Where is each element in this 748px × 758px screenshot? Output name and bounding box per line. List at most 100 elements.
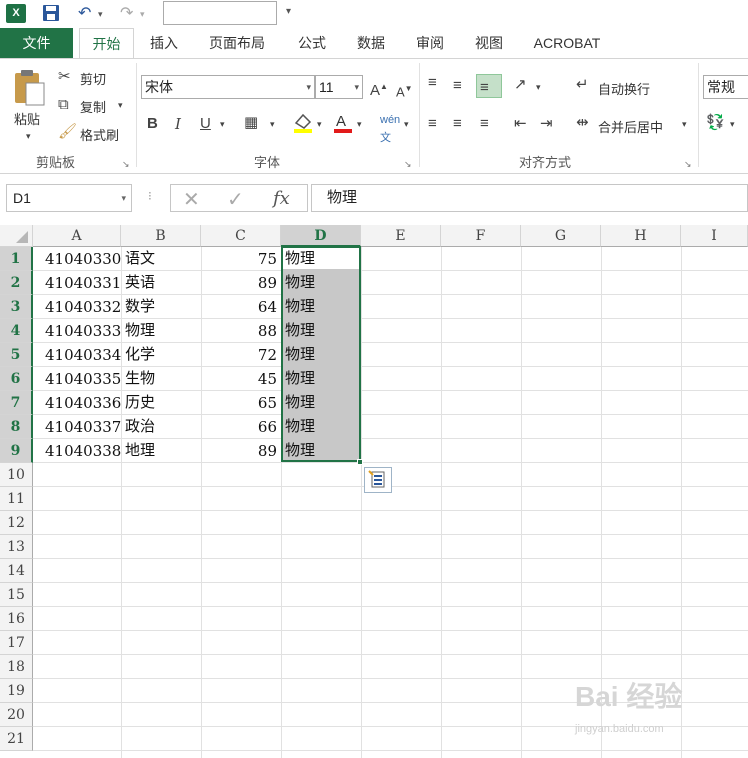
cell-b3[interactable]: 数学 (121, 295, 201, 319)
select-all-corner[interactable] (0, 225, 33, 247)
align-center-icon[interactable]: ≡ (453, 115, 462, 133)
cell-a7[interactable]: 41040336 (33, 391, 121, 415)
bold-button[interactable]: B (147, 115, 158, 133)
align-top-icon[interactable]: ≡ (428, 74, 437, 92)
wrap-text-icon[interactable]: ↵ (576, 76, 589, 94)
cell-b8[interactable]: 政治 (121, 415, 201, 439)
borders-icon[interactable]: ▦ (244, 114, 258, 132)
save-icon[interactable] (42, 4, 60, 24)
undo-dropdown-icon[interactable]: ▾ (98, 4, 103, 24)
redo-icon[interactable]: ↷ (120, 4, 133, 24)
row-header-10[interactable]: 10 (0, 463, 33, 487)
tab-page-layout[interactable]: 页面布局 (200, 28, 274, 58)
insert-function-icon[interactable]: fx (273, 188, 290, 209)
cell-c7[interactable]: 65 (201, 391, 281, 415)
align-left-icon[interactable]: ≡ (428, 115, 437, 133)
row-header-2[interactable]: 2 (0, 271, 33, 295)
merge-dropdown-icon[interactable]: ▾ (682, 115, 687, 133)
cell-a5[interactable]: 41040334 (33, 343, 121, 367)
column-header-f[interactable]: F (441, 225, 521, 247)
cell-d2[interactable]: 物理 (281, 271, 361, 295)
cell-c2[interactable]: 89 (201, 271, 281, 295)
fill-color-icon[interactable] (292, 111, 314, 138)
row-header-17[interactable]: 17 (0, 631, 33, 655)
orientation-dropdown-icon[interactable]: ▾ (536, 78, 541, 96)
row-header-6[interactable]: 6 (0, 367, 33, 391)
column-header-a[interactable]: A (33, 225, 121, 247)
row-header-7[interactable]: 7 (0, 391, 33, 415)
wrap-text-button[interactable]: 自动换行 (598, 79, 650, 98)
customize-qat-icon[interactable]: ▾ (286, 6, 291, 17)
undo-icon[interactable]: ↶ (78, 4, 91, 24)
font-launcher-icon[interactable]: ↘ (404, 155, 412, 173)
fill-color-dropdown-icon[interactable]: ▾ (317, 115, 322, 133)
cell-c4[interactable]: 88 (201, 319, 281, 343)
clipboard-launcher-icon[interactable]: ↘ (122, 155, 130, 173)
resize-dots-icon[interactable]: ⁝ (148, 189, 152, 203)
orientation-icon[interactable]: ↗ (514, 76, 527, 94)
accounting-dropdown-icon[interactable]: ▾ (730, 115, 735, 133)
tab-home[interactable]: 开始 (79, 28, 134, 59)
font-size-select[interactable]: 11 ▾ (315, 75, 363, 99)
decrease-indent-icon[interactable]: ⇤ (514, 115, 527, 133)
format-painter-button[interactable]: 格式刷 (80, 125, 119, 144)
row-header-13[interactable]: 13 (0, 535, 33, 559)
row-header-12[interactable]: 12 (0, 511, 33, 535)
align-middle-icon[interactable]: ≡ (453, 77, 462, 95)
tab-file[interactable]: 文件 (0, 28, 73, 58)
increase-indent-icon[interactable]: ⇥ (540, 115, 553, 133)
cell-d4[interactable]: 物理 (281, 319, 361, 343)
paste-dropdown-icon[interactable]: ▾ (26, 127, 31, 145)
redo-dropdown-icon[interactable]: ▾ (140, 4, 145, 24)
tab-view[interactable]: 视图 (465, 28, 513, 58)
cell-c3[interactable]: 64 (201, 295, 281, 319)
column-header-b[interactable]: B (121, 225, 201, 247)
auto-fill-options-button[interactable] (364, 467, 392, 493)
column-header-h[interactable]: H (601, 225, 681, 247)
underline-button[interactable]: U (200, 115, 211, 133)
align-right-icon[interactable]: ≡ (480, 115, 489, 133)
cell-d5[interactable]: 物理 (281, 343, 361, 367)
merge-center-icon[interactable]: ⇹ (576, 114, 589, 132)
row-header-16[interactable]: 16 (0, 607, 33, 631)
tab-data[interactable]: 数据 (347, 28, 395, 58)
column-header-g[interactable]: G (521, 225, 601, 247)
format-painter-icon[interactable]: 🖌 (58, 123, 77, 141)
italic-button[interactable]: I (175, 115, 181, 133)
copy-button[interactable]: 复制 (80, 97, 106, 116)
tab-insert[interactable]: 插入 (140, 28, 188, 58)
cell-c1[interactable]: 75 (201, 247, 281, 271)
scissors-icon[interactable]: ✂ (58, 68, 71, 86)
name-box[interactable]: D1 ▾ (6, 184, 132, 212)
cell-a8[interactable]: 41040337 (33, 415, 121, 439)
row-header-11[interactable]: 11 (0, 487, 33, 511)
column-header-i[interactable]: I (681, 225, 748, 247)
cell-b5[interactable]: 化学 (121, 343, 201, 367)
row-header-14[interactable]: 14 (0, 559, 33, 583)
cell-d3[interactable]: 物理 (281, 295, 361, 319)
fill-handle[interactable] (357, 459, 363, 465)
copy-icon[interactable]: ⧉ (58, 96, 69, 114)
phonetic-dropdown-icon[interactable]: ▾ (404, 115, 409, 133)
borders-dropdown-icon[interactable]: ▾ (270, 115, 275, 133)
underline-dropdown-icon[interactable]: ▾ (220, 115, 225, 133)
cell-a2[interactable]: 41040331 (33, 271, 121, 295)
cell-a6[interactable]: 41040335 (33, 367, 121, 391)
alignment-launcher-icon[interactable]: ↘ (684, 155, 692, 173)
row-header-8[interactable]: 8 (0, 415, 33, 439)
column-header-c[interactable]: C (201, 225, 281, 247)
row-header-1[interactable]: 1 (0, 247, 33, 271)
cell-d6[interactable]: 物理 (281, 367, 361, 391)
cell-a9[interactable]: 41040338 (33, 439, 121, 463)
cell-d8[interactable]: 物理 (281, 415, 361, 439)
cell-a1[interactable]: 41040330 (33, 247, 121, 271)
decrease-font-icon[interactable]: A▼ (396, 80, 413, 101)
cell-b4[interactable]: 物理 (121, 319, 201, 343)
row-header-9[interactable]: 9 (0, 439, 33, 463)
column-header-d[interactable]: D (281, 225, 361, 247)
font-color-dropdown-icon[interactable]: ▾ (357, 115, 362, 133)
row-header-18[interactable]: 18 (0, 655, 33, 679)
row-header-20[interactable]: 20 (0, 703, 33, 727)
paste-button[interactable]: 粘贴 (14, 109, 40, 128)
cell-b7[interactable]: 历史 (121, 391, 201, 415)
